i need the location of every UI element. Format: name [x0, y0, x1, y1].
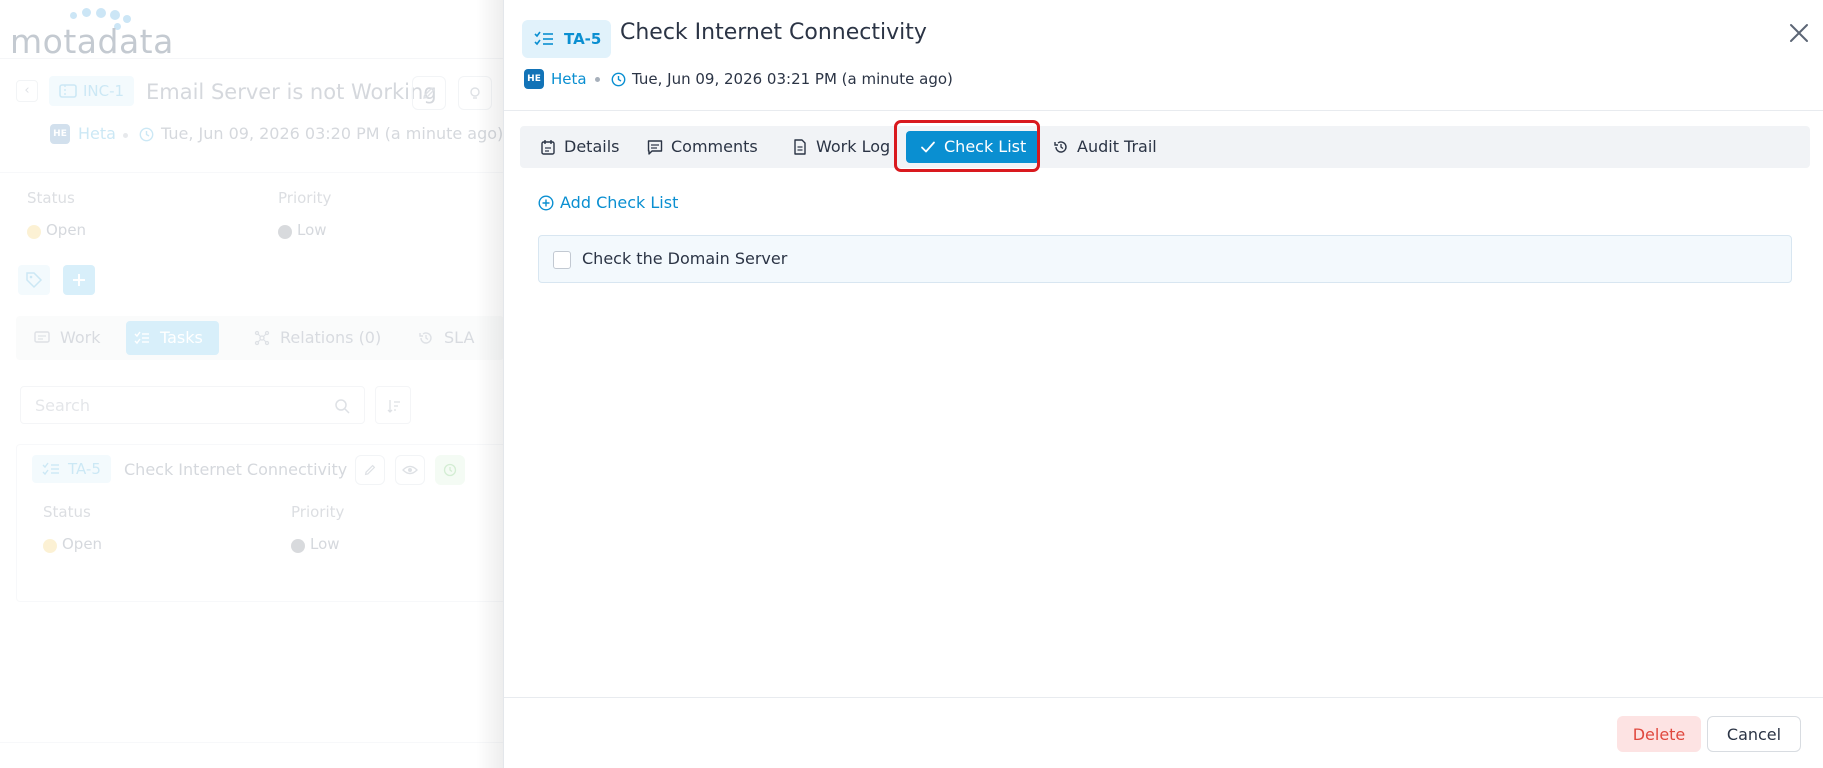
pencil-icon: [364, 464, 376, 476]
relations-icon: [254, 330, 270, 346]
checklist-item[interactable]: Check the Domain Server: [538, 235, 1792, 283]
tab-work[interactable]: Work: [26, 321, 101, 355]
ticket-created: Tue, Jun 09, 2026 03:20 PM (a minute ago…: [161, 124, 504, 143]
priority-label: Priority: [278, 189, 332, 207]
status-label: Status: [27, 189, 75, 207]
task-priority-value[interactable]: Low: [291, 535, 340, 553]
tag-button[interactable]: [18, 265, 50, 295]
task-created: Tue, Jun 09, 2026 03:21 PM (a minute ago…: [632, 70, 953, 88]
tag-icon: [26, 272, 43, 289]
bottom-divider: [0, 742, 504, 743]
close-icon[interactable]: [1788, 22, 1810, 44]
status-value[interactable]: Open: [27, 221, 86, 239]
pencil-icon: [423, 87, 435, 99]
status-dot: [27, 225, 41, 239]
task-timer-button[interactable]: [435, 455, 465, 485]
priority-value[interactable]: Low: [278, 221, 327, 239]
tab-details[interactable]: Details: [540, 131, 619, 163]
clock-icon: [611, 72, 626, 87]
ticket-icon: [59, 84, 77, 98]
status-dot: [43, 539, 57, 553]
plus-icon: [73, 274, 85, 286]
comment-icon: [647, 140, 663, 155]
owner-avatar: HE: [50, 124, 70, 144]
checklist-item-text: Check the Domain Server: [582, 249, 788, 268]
meta-separator: [123, 133, 128, 138]
tab-tasks[interactable]: Tasks: [126, 321, 219, 355]
motadata-logo: motadata: [10, 8, 173, 61]
ticket-owner[interactable]: Heta: [78, 124, 116, 143]
task-card[interactable]: TA-5 Check Internet Connectivity Status …: [16, 444, 516, 602]
priority-dot: [278, 225, 292, 239]
back-button[interactable]: ‹: [16, 80, 38, 102]
ticket-title: Email Server is not Working: [146, 80, 437, 104]
edit-ticket-button[interactable]: [412, 76, 446, 110]
sort-button[interactable]: [375, 386, 411, 424]
tab-check-list[interactable]: Check List: [906, 131, 1041, 163]
section-divider: [0, 172, 504, 173]
task-list-icon: [134, 331, 149, 345]
header-divider: [0, 58, 504, 59]
ticket-tabs: Work Tasks Relations (0) SLA: [16, 316, 504, 360]
tab-sla[interactable]: SLA: [410, 321, 474, 355]
meta-separator: [595, 77, 600, 82]
drawer-shadow: [476, 0, 504, 768]
eye-icon: [402, 465, 418, 475]
document-icon: [794, 139, 806, 155]
ticket-id-chip: INC-1: [49, 76, 135, 106]
plus-circle-icon: [538, 195, 554, 211]
check-icon: [921, 141, 935, 153]
add-tag-button[interactable]: [63, 265, 95, 295]
task-list-icon: [534, 31, 553, 46]
task-owner[interactable]: Heta: [551, 70, 587, 88]
task-card-title[interactable]: Check Internet Connectivity: [124, 460, 347, 479]
sort-icon: [387, 400, 400, 413]
edit-task-button[interactable]: [355, 455, 385, 485]
background-page: motadata ‹ INC-1 Email Server is not Wor…: [0, 0, 516, 768]
footer-divider: [504, 697, 1823, 698]
dim-overlay: [0, 0, 504, 768]
header-divider: [504, 110, 1823, 111]
task-list-icon: [42, 462, 59, 476]
search-icon: [335, 399, 350, 414]
task-id-chip: TA-5: [522, 20, 612, 58]
logo-text: motadata: [10, 22, 174, 61]
task-id: TA-5: [564, 30, 602, 48]
task-status-value[interactable]: Open: [43, 535, 102, 553]
task-id-chip: TA-5: [32, 455, 111, 483]
tab-comments[interactable]: Comments: [647, 131, 758, 163]
timer-icon: [443, 463, 457, 477]
tab-work-log[interactable]: Work Log: [792, 131, 890, 163]
calendar-icon: [541, 140, 555, 155]
tab-audit-trail[interactable]: Audit Trail: [1053, 131, 1157, 163]
clock-icon: [139, 127, 154, 142]
history-icon: [419, 332, 432, 344]
history-icon: [1054, 141, 1067, 153]
cancel-button[interactable]: Cancel: [1707, 716, 1801, 752]
comment-icon: [34, 331, 50, 343]
task-title: Check Internet Connectivity: [620, 20, 927, 45]
checklist-checkbox[interactable]: [553, 251, 571, 269]
tab-relations[interactable]: Relations (0): [246, 321, 381, 355]
task-priority-label: Priority: [291, 503, 345, 521]
task-tabs: Details Comments Work Log Check List Aud…: [520, 126, 1810, 168]
task-search-input[interactable]: Search: [20, 386, 365, 424]
priority-dot: [291, 539, 305, 553]
ticket-id: INC-1: [83, 82, 125, 100]
add-check-list-button[interactable]: Add Check List: [538, 193, 678, 213]
view-task-button[interactable]: [395, 455, 425, 485]
task-status-label: Status: [43, 503, 91, 521]
delete-button[interactable]: Delete: [1617, 716, 1701, 752]
task-drawer: TA-5 Check Internet Connectivity HE Heta…: [503, 0, 1823, 768]
owner-avatar: HE: [524, 69, 544, 89]
